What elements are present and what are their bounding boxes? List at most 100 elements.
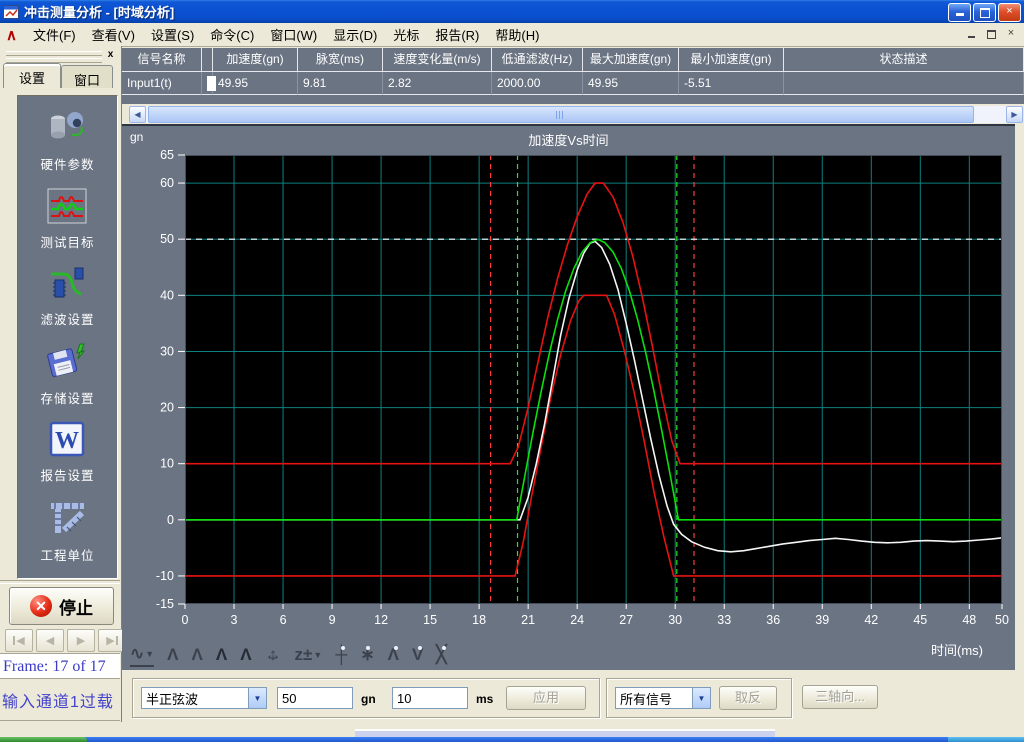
pulse-view-1-icon[interactable]: Λ <box>167 644 178 666</box>
sidebar-item-2[interactable]: 滤波设置 <box>40 265 94 328</box>
invert-button[interactable]: 取反 <box>719 686 777 710</box>
prev-frame-button[interactable]: ◀ <box>36 629 64 652</box>
chart-panel: gn 加速度Vs时间 656050403020100-10-1503691215… <box>122 124 1015 670</box>
control-bar: 半正弦波 ▼ gn ms 应用 所有信号 ▼ 取反 三轴向... <box>122 672 1024 722</box>
svg-text:9: 9 <box>329 613 336 627</box>
menu-item-2[interactable]: 设置(S) <box>143 23 202 46</box>
waveform-select[interactable]: 半正弦波 ▼ <box>141 687 267 709</box>
chart-horizontal-scrollbar[interactable]: ◀ ▶ <box>129 106 1023 123</box>
app-icon <box>3 5 19 19</box>
pulse-view-2-icon[interactable]: Λ <box>192 644 203 666</box>
cell-status <box>784 72 1024 95</box>
cursor-cross-icon[interactable]: ┼ <box>335 644 347 666</box>
menu-item-8[interactable]: 帮助(H) <box>487 23 547 46</box>
svg-text:48: 48 <box>962 613 976 627</box>
minimize-button[interactable] <box>948 3 971 22</box>
svg-text:50: 50 <box>995 613 1009 627</box>
status-progress-bar <box>355 729 775 737</box>
first-frame-button[interactable]: ◀ <box>5 629 33 652</box>
svg-text:36: 36 <box>766 613 780 627</box>
cross-marker-icon[interactable]: ╳ <box>436 644 446 666</box>
menu-item-6[interactable]: 光标 <box>385 23 427 46</box>
menu-item-5[interactable]: 显示(D) <box>325 23 385 46</box>
mdi-close-button[interactable]: × <box>1003 27 1019 41</box>
mdi-child-icon: ∧ <box>0 26 25 44</box>
window-title: 冲击测量分析 - [时域分析] <box>24 2 174 21</box>
frame-nav-buttons: ◀◀▶▶ <box>5 629 126 652</box>
col-low-pass: 低通滤波(Hz) <box>492 48 583 72</box>
sidebar-item-1[interactable]: 测试目标 <box>40 188 94 251</box>
svg-text:-10: -10 <box>156 569 174 583</box>
svg-text:60: 60 <box>160 176 174 190</box>
cell-max-accel: 49.95 <box>583 72 679 95</box>
col-pulse-width: 脉宽(ms) <box>298 48 383 72</box>
scroll-right-icon[interactable]: ▶ <box>1006 106 1023 123</box>
menu-item-3[interactable]: 命令(C) <box>202 23 262 46</box>
table-row[interactable]: Input1(t) 49.95 9.81 2.82 2000.00 49.95 … <box>122 72 1024 95</box>
cell-acceleration: 49.95 <box>213 72 298 95</box>
svg-text:W: W <box>55 428 79 454</box>
svg-text:33: 33 <box>717 613 731 627</box>
chevron-down-icon[interactable]: ▼ <box>692 688 710 708</box>
svg-text:20: 20 <box>160 401 174 415</box>
application-window: 冲击测量分析 - [时域分析] × ∧ 文件(F)查看(V)设置(S)命令(C)… <box>0 0 1024 742</box>
tab-window[interactable]: 窗口 <box>61 65 113 88</box>
cursor-star-icon[interactable]: ∗ <box>360 644 374 666</box>
mdi-restore-button[interactable] <box>983 27 999 41</box>
sidebar-panel: 硬件参数测试目标滤波设置存储设置 W 报告设置工程单位 <box>17 95 118 579</box>
taskbar-item[interactable] <box>948 737 1024 742</box>
taskbar[interactable] <box>0 737 1024 742</box>
pulse-view-4-icon[interactable]: Λ <box>240 644 251 666</box>
close-button[interactable]: × <box>998 3 1021 22</box>
sidebar-item-4[interactable]: W 报告设置 <box>40 421 94 484</box>
start-button-edge[interactable] <box>0 737 87 742</box>
svg-text:42: 42 <box>864 613 878 627</box>
sidebar-item-3[interactable]: 存储设置 <box>40 342 94 407</box>
save-disk-icon <box>46 342 88 385</box>
pan-icon[interactable]: ↔↕ <box>265 644 282 666</box>
stop-button[interactable]: ✕ 停止 <box>9 587 114 625</box>
col-signal-name: 信号名称 <box>122 48 202 72</box>
scroll-left-icon[interactable]: ◀ <box>129 106 146 123</box>
cell-low-pass: 2000.00 <box>492 72 583 95</box>
signal-actions-group: 所有信号 ▼ 取反 <box>606 678 792 718</box>
signal-select[interactable]: 所有信号 ▼ <box>615 687 711 709</box>
sidebar-close-icon[interactable]: x <box>104 49 117 62</box>
display-mode-icon[interactable]: ∿▼ <box>130 643 154 667</box>
menu-item-1[interactable]: 查看(V) <box>84 23 143 46</box>
valley-marker-icon[interactable]: V <box>412 644 423 666</box>
sidebar-item-5[interactable]: 工程单位 <box>40 499 94 564</box>
plot-area[interactable]: 656050403020100-10-150369121518212427303… <box>185 155 1002 604</box>
col-velocity-change: 速度变化量(m/s) <box>383 48 492 72</box>
sidebar-item-label: 滤波设置 <box>40 309 94 328</box>
triaxial-button[interactable]: 三轴向... <box>802 685 878 709</box>
zoom-mode-icon[interactable]: z±▼ <box>295 644 323 666</box>
sidebar-item-label: 报告设置 <box>40 465 94 484</box>
scrollbar-thumb[interactable] <box>148 106 974 123</box>
mdi-minimize-button[interactable] <box>963 27 979 41</box>
tab-settings[interactable]: 设置 <box>3 63 61 88</box>
sensor-icon <box>46 110 88 151</box>
restore-button[interactable] <box>973 3 996 22</box>
chevron-down-icon[interactable]: ▼ <box>248 688 266 708</box>
stop-button-label: 停止 <box>59 594 93 619</box>
peak-marker-icon[interactable]: Λ <box>388 644 399 666</box>
next-frame-button[interactable]: ▶ <box>67 629 95 652</box>
sidebar-item-0[interactable]: 硬件参数 <box>40 110 94 173</box>
cell-color <box>202 72 213 95</box>
svg-text:15: 15 <box>423 613 437 627</box>
apply-button[interactable]: 应用 <box>506 686 586 710</box>
pulse-view-3-icon[interactable]: Λ <box>216 644 227 666</box>
svg-text:30: 30 <box>160 344 174 358</box>
svg-text:40: 40 <box>160 288 174 302</box>
amplitude-input[interactable] <box>277 687 353 709</box>
menu-item-0[interactable]: 文件(F) <box>25 23 84 46</box>
col-min-accel: 最小加速度(gn) <box>679 48 784 72</box>
svg-text:24: 24 <box>570 613 584 627</box>
pulse-width-input[interactable] <box>392 687 468 709</box>
menu-item-7[interactable]: 报告(R) <box>427 23 487 46</box>
menu-item-4[interactable]: 窗口(W) <box>262 23 325 46</box>
chart-title: 加速度Vs时间 <box>122 130 1015 149</box>
cell-signal-name: Input1(t) <box>122 72 202 95</box>
cell-pulse-width: 9.81 <box>298 72 383 95</box>
